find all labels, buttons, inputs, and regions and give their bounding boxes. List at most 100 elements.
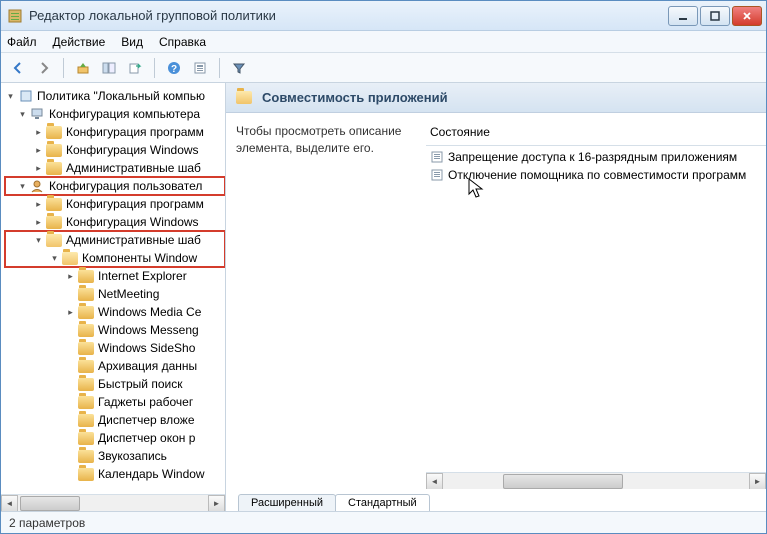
tree-item[interactable]: Звукозапись — [5, 447, 225, 465]
menu-view[interactable]: Вид — [121, 35, 143, 49]
minimize-button[interactable] — [668, 6, 698, 26]
export-button[interactable] — [124, 57, 146, 79]
tree-root[interactable]: ▾ Политика "Локальный компью — [5, 87, 225, 105]
maximize-button[interactable] — [700, 6, 730, 26]
tree-label: Конфигурация Windows — [66, 143, 199, 157]
folder-icon — [78, 432, 94, 445]
folder-icon — [78, 396, 94, 409]
tree-item[interactable]: ▸Административные шаб — [5, 159, 225, 177]
tree-label: Конфигурация пользовател — [49, 179, 202, 193]
tree-admin-templates-user[interactable]: ▾ Административные шаб — [5, 231, 225, 249]
folder-icon — [78, 324, 94, 337]
tree-item[interactable]: Windows Messeng — [5, 321, 225, 339]
scroll-left-button[interactable]: ◄ — [426, 473, 443, 490]
tree-item[interactable]: Гаджеты рабочег — [5, 393, 225, 411]
filter-button[interactable] — [228, 57, 250, 79]
folder-icon — [46, 216, 62, 229]
list-item[interactable]: Отключение помощника по совместимости пр… — [426, 166, 766, 184]
tree-label: Архивация данны — [98, 359, 197, 373]
tree-computer-config[interactable]: ▾ Конфигурация компьютера — [5, 105, 225, 123]
expand-icon[interactable]: ▾ — [17, 109, 28, 120]
folder-icon — [78, 414, 94, 427]
list-hscroll[interactable]: ◄ ► — [426, 472, 766, 489]
tree-label: Конфигурация программ — [66, 197, 204, 211]
expand-icon[interactable]: ▾ — [17, 181, 28, 192]
expand-icon[interactable]: ▸ — [65, 307, 76, 318]
detail-pane: Совместимость приложений Чтобы просмотре… — [226, 83, 766, 511]
scroll-left-button[interactable]: ◄ — [1, 495, 18, 512]
tree-item[interactable]: Календарь Window — [5, 465, 225, 483]
scroll-thumb[interactable] — [503, 474, 623, 489]
expand-icon[interactable]: ▸ — [33, 145, 44, 156]
folder-icon — [46, 162, 62, 175]
status-text: 2 параметров — [9, 516, 85, 530]
user-icon — [30, 179, 46, 193]
toolbar: ? — [1, 53, 766, 83]
tree-label: Конфигурация программ — [66, 125, 204, 139]
tree-item[interactable]: ▸ Конфигурация Windows — [5, 141, 225, 159]
help-button[interactable]: ? — [163, 57, 185, 79]
tree-item[interactable]: Диспетчер окон р — [5, 429, 225, 447]
tree-windows-components[interactable]: ▾ Компоненты Window — [5, 249, 225, 267]
tree-item[interactable]: ▸ Конфигурация Windows — [5, 213, 225, 231]
tree-label: Диспетчер окон р — [98, 431, 195, 445]
tree-label: Конфигурация компьютера — [49, 107, 200, 121]
tree-item[interactable]: Windows SideSho — [5, 339, 225, 357]
settings-list: Запрещение доступа к 16-разрядным прилож… — [426, 148, 766, 472]
detail-title: Совместимость приложений — [262, 90, 448, 105]
menubar: Файл Действие Вид Справка — [1, 31, 766, 53]
policy-tree[interactable]: ▾ Политика "Локальный компью ▾ Конфигура… — [1, 83, 225, 494]
policy-icon — [18, 88, 34, 104]
list-item[interactable]: Запрещение доступа к 16-разрядным прилож… — [426, 148, 766, 166]
scroll-thumb[interactable] — [20, 496, 80, 511]
menu-file[interactable]: Файл — [7, 35, 37, 49]
app-icon — [7, 8, 23, 24]
tree-label: Компоненты Window — [82, 251, 197, 265]
tree-label: Административные шаб — [66, 233, 201, 247]
tree-label: NetMeeting — [98, 287, 159, 301]
up-button[interactable] — [72, 57, 94, 79]
forward-button[interactable] — [33, 57, 55, 79]
close-button[interactable] — [732, 6, 762, 26]
properties-button[interactable] — [189, 57, 211, 79]
expand-icon[interactable]: ▸ — [33, 163, 44, 174]
tree-pane: ▾ Политика "Локальный компью ▾ Конфигура… — [1, 83, 226, 511]
show-hide-tree-button[interactable] — [98, 57, 120, 79]
expand-icon[interactable]: ▾ — [5, 91, 16, 102]
expand-icon[interactable]: ▸ — [33, 199, 44, 210]
expand-icon[interactable]: ▾ — [49, 253, 60, 264]
expand-icon[interactable]: ▸ — [65, 271, 76, 282]
column-header-state[interactable]: Состояние — [426, 123, 766, 146]
setting-label: Отключение помощника по совместимости пр… — [448, 168, 746, 182]
expand-icon[interactable]: ▸ — [33, 217, 44, 228]
tree-item[interactable]: Архивация данны — [5, 357, 225, 375]
tree-label: Конфигурация Windows — [66, 215, 199, 229]
tab-standard[interactable]: Стандартный — [335, 494, 430, 511]
tree-item[interactable]: Быстрый поиск — [5, 375, 225, 393]
tree-item[interactable]: NetMeeting — [5, 285, 225, 303]
folder-icon — [78, 288, 94, 301]
back-button[interactable] — [7, 57, 29, 79]
tree-item[interactable]: ▸ Конфигурация программ — [5, 195, 225, 213]
tree-label: Гаджеты рабочег — [98, 395, 193, 409]
setting-icon — [430, 150, 444, 164]
setting-icon — [430, 168, 444, 182]
menu-help[interactable]: Справка — [159, 35, 206, 49]
tree-label: Календарь Window — [98, 467, 205, 481]
tree-item[interactable]: ▸ Конфигурация программ — [5, 123, 225, 141]
tree-user-config[interactable]: ▾ Конфигурация пользовател — [5, 177, 225, 195]
scroll-right-button[interactable]: ► — [208, 495, 225, 512]
tree-label: Быстрый поиск — [98, 377, 182, 391]
tree-label: Windows Messeng — [98, 323, 199, 337]
expand-icon[interactable]: ▸ — [33, 127, 44, 138]
tree-item[interactable]: ▸Internet Explorer — [5, 267, 225, 285]
menu-action[interactable]: Действие — [53, 35, 106, 49]
folder-open-icon — [236, 91, 252, 104]
tab-extended[interactable]: Расширенный — [238, 494, 336, 511]
tree-item[interactable]: Диспетчер вложе — [5, 411, 225, 429]
tree-item[interactable]: ▸Windows Media Ce — [5, 303, 225, 321]
tree-hscroll[interactable]: ◄ ► — [1, 494, 225, 511]
folder-icon — [78, 378, 94, 391]
scroll-right-button[interactable]: ► — [749, 473, 766, 490]
expand-icon[interactable]: ▾ — [33, 235, 44, 246]
